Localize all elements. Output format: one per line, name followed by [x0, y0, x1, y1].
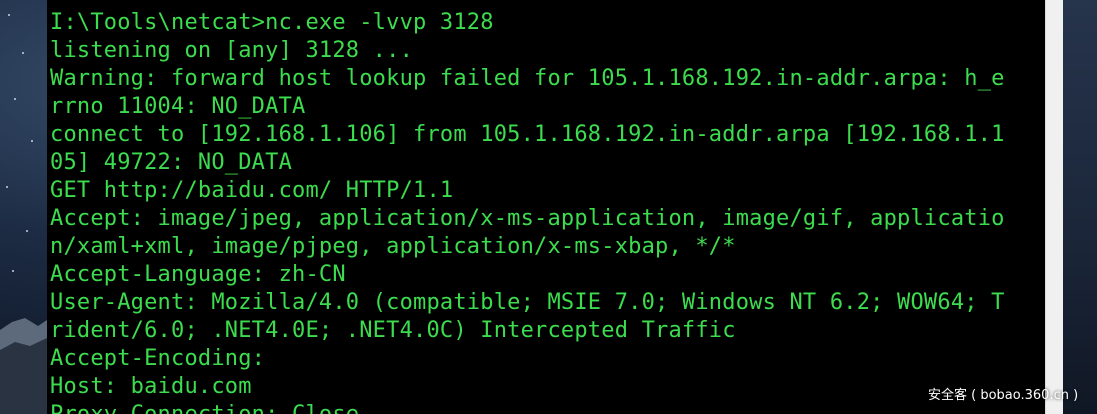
star-decoration — [26, 230, 28, 232]
terminal-scrollbar[interactable] — [1045, 0, 1063, 414]
terminal-line: listening on [any] 3128 ... — [50, 38, 414, 63]
terminal-line: 05] 49722: NO_DATA — [50, 150, 293, 175]
terminal-line: User-Agent: Mozilla/4.0 (compatible; MSI… — [50, 290, 1005, 315]
terminal-line: I:\Tools\netcat>nc.exe -lvvp 3128 — [50, 10, 494, 35]
terminal-line: Accept: image/jpeg, application/x-ms-app… — [50, 206, 1005, 231]
terminal-line: rident/6.0; .NET4.0E; .NET4.0C) Intercep… — [50, 318, 736, 343]
terminal-line: Host: baidu.com — [50, 374, 252, 399]
terminal-output: I:\Tools\netcat>nc.exe -lvvp 3128 listeni… — [50, 9, 1005, 414]
star-decoration — [22, 52, 24, 54]
star-decoration — [14, 98, 16, 100]
terminal-line: connect to [192.168.1.106] from 105.1.16… — [50, 122, 1005, 147]
desktop-background-right — [1062, 0, 1097, 414]
terminal-line: n/xaml+xml, image/pjpeg, application/x-m… — [50, 234, 736, 259]
star-decoration — [8, 14, 10, 16]
terminal-line: Warning: forward host lookup failed for … — [50, 66, 1005, 91]
terminal-line: Accept-Encoding: — [50, 346, 266, 371]
star-decoration — [31, 140, 33, 142]
terminal-line: rrno 11004: NO_DATA — [50, 94, 306, 119]
star-decoration — [12, 270, 14, 272]
star-decoration — [6, 186, 8, 188]
watermark-text: 安全客 ( bobao.360.cn ) — [928, 388, 1079, 403]
terminal-line: Accept-Language: zh-CN — [50, 262, 346, 287]
terminal-window[interactable]: I:\Tools\netcat>nc.exe -lvvp 3128 listeni… — [47, 0, 1045, 414]
terminal-line: Proxy-Connection: Close — [50, 401, 1005, 414]
terminal-line: GET http://baidu.com/ HTTP/1.1 — [50, 178, 454, 203]
